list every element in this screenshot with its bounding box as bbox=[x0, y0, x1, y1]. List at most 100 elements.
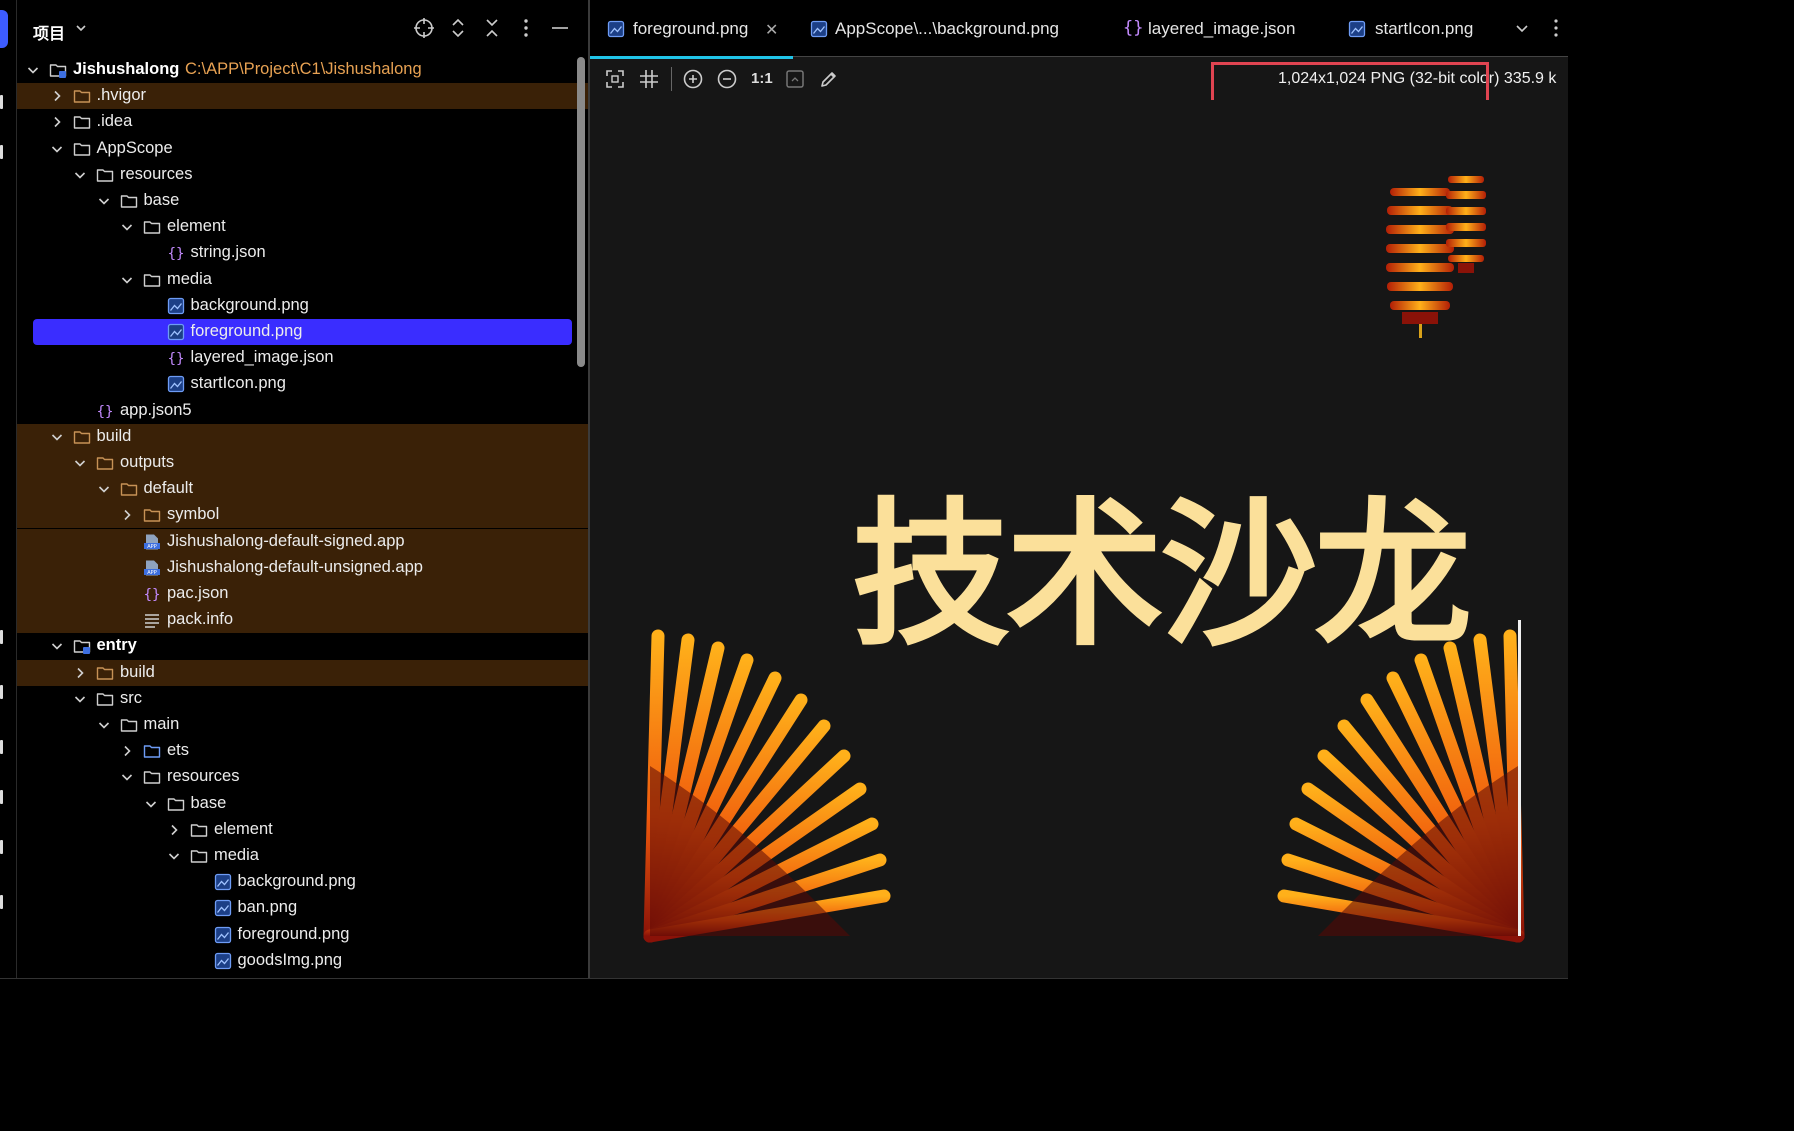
tree-item[interactable]: base bbox=[17, 791, 588, 817]
folder-icon bbox=[190, 821, 208, 839]
hide-panel-icon[interactable] bbox=[549, 17, 571, 39]
tree-item[interactable]: background.png bbox=[17, 293, 588, 319]
tree-item[interactable]: element bbox=[17, 817, 588, 843]
project-path: C:\APP\Project\C1\Jishushalong bbox=[185, 60, 422, 78]
chevron-right-icon[interactable] bbox=[72, 665, 88, 681]
strip-icon[interactable] bbox=[0, 685, 3, 699]
actual-size-button[interactable]: 1:1 bbox=[751, 70, 773, 87]
tree-item[interactable]: resources bbox=[17, 162, 588, 188]
strip-icon[interactable] bbox=[0, 145, 3, 159]
tree-item[interactable]: media bbox=[17, 843, 588, 869]
tree-item[interactable]: build bbox=[17, 423, 588, 450]
collapse-all-icon[interactable] bbox=[481, 17, 503, 39]
tab-starticon-png[interactable]: startIcon.png bbox=[1335, 0, 1505, 56]
chevron-right-icon[interactable] bbox=[49, 88, 65, 104]
tree-item[interactable]: build bbox=[17, 659, 588, 686]
chevron-down-icon[interactable] bbox=[119, 769, 135, 785]
tree-item-label: string.json bbox=[190, 243, 266, 262]
tree-item[interactable]: startIcon.png bbox=[17, 371, 588, 397]
strip-icon[interactable] bbox=[0, 630, 3, 644]
chevron-down-icon[interactable] bbox=[72, 691, 88, 707]
close-icon[interactable]: ✕ bbox=[765, 20, 778, 40]
strip-icon[interactable] bbox=[0, 840, 3, 854]
tree-item[interactable]: background.png bbox=[17, 869, 588, 895]
tree-item[interactable]: .idea bbox=[17, 109, 588, 135]
svg-text:APP: APP bbox=[147, 570, 156, 576]
tree-item[interactable]: APP Jishushalong-default-signed.app bbox=[17, 528, 588, 555]
project-panel-title[interactable]: 项目 bbox=[33, 20, 65, 44]
strip-icon[interactable] bbox=[0, 895, 3, 909]
chevron-down-icon[interactable] bbox=[166, 848, 182, 864]
tree-item[interactable]: goodsImg.png bbox=[17, 948, 588, 974]
tree-item-label: main bbox=[143, 715, 180, 733]
tree-item[interactable]: resources bbox=[17, 764, 588, 790]
tree-item[interactable]: default bbox=[17, 476, 588, 503]
tree-item[interactable]: ets bbox=[17, 738, 588, 764]
strip-icon[interactable] bbox=[0, 95, 3, 109]
tree-scrollbar[interactable] bbox=[577, 57, 585, 367]
folder-icon bbox=[167, 795, 185, 813]
tree-item[interactable]: foreground.png bbox=[33, 319, 572, 345]
tree-item[interactable]: main bbox=[17, 712, 588, 738]
chevron-down-icon[interactable] bbox=[49, 638, 65, 654]
chevron-down-icon[interactable] bbox=[96, 193, 112, 209]
chevron-down-icon[interactable] bbox=[72, 455, 88, 471]
tree-item[interactable]: APP Jishushalong-default-unsigned.app bbox=[17, 554, 588, 581]
tab-appscope-background-png[interactable]: AppScope\...\background.png bbox=[795, 0, 1095, 56]
chevron-down-icon[interactable] bbox=[49, 429, 65, 445]
color-picker-icon[interactable] bbox=[818, 68, 840, 90]
tree-item[interactable]: AppScope bbox=[17, 136, 588, 162]
tree-item[interactable]: base bbox=[17, 188, 588, 214]
chevron-right-icon[interactable] bbox=[119, 507, 135, 523]
more-options-icon[interactable] bbox=[515, 17, 537, 39]
tree-item[interactable]: media bbox=[17, 267, 588, 293]
tree-item[interactable]: ban.png bbox=[17, 895, 588, 921]
tree-item[interactable]: src bbox=[17, 686, 588, 712]
tree-item-label: layered_image.json bbox=[190, 348, 334, 367]
chevron-down-icon[interactable] bbox=[143, 796, 159, 812]
calligraphy-text: 技术沙龙 bbox=[852, 483, 1469, 668]
zoom-to-fit-icon[interactable] bbox=[784, 68, 806, 90]
more-options-icon[interactable] bbox=[1550, 18, 1562, 38]
zoom-in-icon[interactable] bbox=[682, 68, 704, 90]
chevron-right-icon[interactable] bbox=[49, 114, 65, 130]
tree-item[interactable]: foreground.png bbox=[17, 922, 588, 948]
strip-icon[interactable] bbox=[0, 790, 3, 804]
project-tool-button[interactable] bbox=[0, 10, 8, 48]
locate-icon[interactable] bbox=[413, 17, 435, 39]
zoom-out-icon[interactable] bbox=[716, 68, 738, 90]
tab-foreground-png[interactable]: foreground.png ✕ bbox=[590, 0, 793, 59]
chevron-down-icon[interactable] bbox=[96, 481, 112, 497]
folder-icon bbox=[73, 140, 91, 158]
tab-list-chevron-icon[interactable] bbox=[1514, 20, 1530, 36]
chevron-down-icon[interactable] bbox=[119, 219, 135, 235]
tree-item[interactable]: {} pac.json bbox=[17, 581, 588, 607]
tree-item[interactable]: outputs bbox=[17, 450, 588, 476]
expand-all-icon[interactable] bbox=[447, 17, 469, 39]
tree-item[interactable]: element bbox=[17, 214, 588, 240]
chevron-down-icon[interactable] bbox=[96, 717, 112, 733]
chevron-down-icon[interactable] bbox=[25, 62, 41, 78]
chevron-down-icon[interactable] bbox=[73, 20, 89, 36]
grid-icon[interactable] bbox=[638, 68, 660, 90]
tree-item[interactable]: symbol bbox=[17, 502, 588, 529]
tab-layered-image-json[interactable]: {} layered_image.json bbox=[1110, 0, 1320, 56]
chevron-right-icon[interactable] bbox=[166, 822, 182, 838]
fit-to-window-icon[interactable] bbox=[604, 68, 626, 90]
image-canvas[interactable]: 技术沙龙 bbox=[590, 100, 1568, 978]
strip-icon[interactable] bbox=[0, 740, 3, 754]
tree-item[interactable]: .hvigor bbox=[17, 83, 588, 110]
tree-item[interactable]: {} layered_image.json bbox=[17, 345, 588, 371]
chevron-down-icon[interactable] bbox=[119, 272, 135, 288]
chevron-down-icon[interactable] bbox=[49, 141, 65, 157]
image-icon bbox=[214, 952, 232, 970]
tree-item[interactable]: pack.info bbox=[17, 607, 588, 634]
tab-label: startIcon.png bbox=[1375, 19, 1474, 38]
tree-item[interactable]: {} string.json bbox=[17, 240, 588, 266]
chevron-down-icon[interactable] bbox=[72, 167, 88, 183]
tree-item[interactable]: entry bbox=[17, 633, 588, 659]
tree-item[interactable]: {} app.json5 bbox=[17, 398, 588, 424]
tree-root[interactable]: Jishushalong C:\APP\Project\C1\Jishushalo… bbox=[17, 57, 588, 83]
chevron-right-icon[interactable] bbox=[119, 743, 135, 759]
tab-label: AppScope\...\background.png bbox=[835, 19, 1059, 38]
